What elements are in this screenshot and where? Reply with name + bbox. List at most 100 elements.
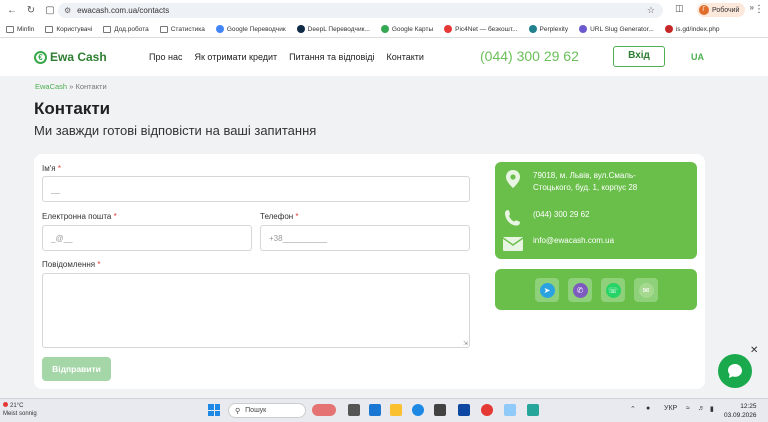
notepad-icon[interactable] (504, 404, 516, 416)
bookmark-item[interactable]: Статистика (159, 25, 205, 33)
header-phone[interactable]: (044) 300 29 62 (480, 48, 579, 64)
submit-button[interactable]: Відправити (42, 357, 111, 381)
telegram-icon: ➤ (539, 282, 555, 298)
address-url[interactable]: ewacash.com.ua/contacts (77, 6, 169, 15)
bookmark-label: Статистика (170, 25, 205, 33)
taskbar-widget-image[interactable] (312, 404, 336, 416)
extensions-icon[interactable]: ◫ (675, 3, 684, 14)
bookmark-label: Користувачі (56, 25, 93, 33)
chat-widget-button[interactable] (718, 354, 752, 388)
battery-icon[interactable]: ▮ (710, 405, 714, 413)
bookmarks-more-icon[interactable]: » (750, 3, 754, 12)
file-explorer-icon[interactable] (390, 404, 402, 416)
bookmark-label: URL Slug Generator... (590, 25, 654, 33)
taskbar-clock[interactable]: 12:25 03.09.2026 (724, 402, 757, 420)
page-subtitle: Ми завжди готові відповісти на ваші запи… (34, 123, 317, 138)
search-icon: ⚲ (235, 407, 241, 415)
browser-menu-icon[interactable]: ⋮ (754, 4, 764, 15)
weather-icon (3, 402, 8, 407)
contact-card: Ім'я * __ Електронна пошта * _@__ Телефо… (34, 154, 705, 389)
address-bar[interactable]: ⚙ ewacash.com.ua/contacts ☆ (58, 3, 663, 18)
nav-faq[interactable]: Питання та відповіді (289, 52, 374, 62)
chat-bubble-icon (728, 364, 742, 378)
task-view-icon[interactable] (348, 404, 360, 416)
bookmark-item[interactable]: DeepL Переводчик... (296, 25, 370, 33)
nav-about[interactable]: Про нас (149, 52, 182, 62)
snipping-tool-icon[interactable] (527, 404, 539, 416)
page-title: Контакти (34, 99, 111, 118)
folder-icon (45, 25, 54, 33)
store-icon[interactable] (434, 404, 446, 416)
login-button[interactable]: Вхід (613, 46, 665, 67)
envelope-icon (503, 235, 523, 253)
tray-chevron-icon[interactable]: ⌃ (630, 405, 636, 413)
taskbar-date: 03.09.2026 (724, 412, 757, 419)
site-header: € Ewa Cash Про нас Як отримати кредит Пи… (0, 38, 768, 76)
bookmark-label: Perplexity (539, 25, 569, 33)
bookmark-item[interactable]: Користувачі (45, 25, 93, 33)
bookmark-item[interactable]: is.gd/index.php (664, 25, 720, 33)
contact-email-text[interactable]: info@ewacash.com.ua (533, 235, 614, 247)
telegram-button[interactable]: ➤ (535, 278, 559, 302)
email-input[interactable]: _@__ (42, 225, 252, 251)
bookmark-label: Дод.робота (114, 25, 149, 33)
address-row: 79018, м. Львів, вул.Смаль-Стоцького, бу… (503, 170, 663, 194)
email-social-button[interactable]: ✉ (634, 278, 658, 302)
whatsapp-button[interactable]: ☏ (601, 278, 625, 302)
folder-icon (103, 25, 112, 33)
tray-language[interactable]: УКР (664, 405, 677, 412)
taskbar-search[interactable]: ⚲ Пошук (228, 403, 306, 418)
slug-icon (579, 25, 588, 33)
contact-info-panel: 79018, м. Львів, вул.Смаль-Стоцького, бу… (495, 162, 697, 259)
breadcrumb-current: Контакти (75, 82, 107, 91)
folder-icon (159, 25, 168, 33)
language-switch[interactable]: UA (691, 52, 704, 62)
profile-button[interactable]: Г Робочий (697, 3, 745, 17)
bookmark-label: Google Карты (391, 25, 434, 33)
phone-icon (503, 209, 523, 227)
copilot-icon[interactable] (369, 404, 381, 416)
main-nav: Про нас Як отримати кредит Питання та ві… (149, 52, 436, 62)
bookmark-item[interactable]: Perplexity (528, 25, 569, 33)
resize-handle-icon[interactable]: ⇲ (463, 340, 468, 347)
tray-app-icon[interactable]: ● (646, 405, 650, 412)
bookmark-item[interactable]: Google Карты (380, 25, 434, 33)
volume-icon[interactable]: ♬ (698, 405, 705, 412)
message-textarea[interactable]: ⇲ (42, 273, 470, 348)
name-input[interactable]: __ (42, 176, 470, 202)
social-links-panel: ➤ ✆ ☏ ✉ (495, 269, 697, 310)
profile-name: Робочий (712, 6, 740, 14)
weather-temp: 21°C (10, 403, 24, 409)
tab-icon[interactable]: ▢ (43, 3, 57, 17)
phone-label: Телефон * (260, 212, 299, 221)
bookmark-item[interactable]: Дод.робота (103, 25, 149, 33)
bookmark-item[interactable]: Google Переводчик (215, 25, 286, 33)
remote-desktop-icon[interactable] (458, 404, 470, 416)
viber-button[interactable]: ✆ (568, 278, 592, 302)
perplexity-icon (528, 25, 537, 33)
edge-icon[interactable] (412, 404, 424, 416)
close-chat-icon[interactable]: ✕ (750, 345, 758, 356)
contact-phone-text[interactable]: (044) 300 29 62 (533, 209, 590, 221)
bookmark-item[interactable]: URL Slug Generator... (579, 25, 654, 33)
logo-text: Ewa Cash (50, 50, 107, 64)
phone-input[interactable]: +38__________ (260, 225, 470, 251)
bookmark-item[interactable]: Pic4Net — безкошт... (444, 25, 518, 33)
google-maps-icon (380, 25, 389, 33)
windows-start-icon[interactable] (208, 404, 220, 416)
site-info-icon[interactable]: ⚙ (64, 6, 71, 15)
bookmark-star-icon[interactable]: ☆ (647, 5, 655, 16)
site-logo[interactable]: € Ewa Cash (34, 50, 107, 64)
address-text: 79018, м. Львів, вул.Смаль-Стоцького, бу… (533, 171, 638, 192)
back-icon[interactable]: ← (5, 3, 19, 17)
nav-how-to-get-credit[interactable]: Як отримати кредит (194, 52, 277, 62)
weather-widget[interactable]: 21°C Meist sonnig (3, 402, 37, 418)
nav-contacts[interactable]: Контакти (386, 52, 423, 62)
avatar: Г (699, 5, 709, 15)
chrome-icon[interactable] (481, 404, 493, 416)
whatsapp-icon: ☏ (605, 282, 621, 298)
wifi-icon[interactable]: ≈ (686, 405, 690, 412)
bookmark-item[interactable]: Minfin (6, 25, 34, 33)
breadcrumb-home[interactable]: EwaCash (35, 82, 67, 91)
reload-icon[interactable]: ↻ (24, 3, 38, 17)
